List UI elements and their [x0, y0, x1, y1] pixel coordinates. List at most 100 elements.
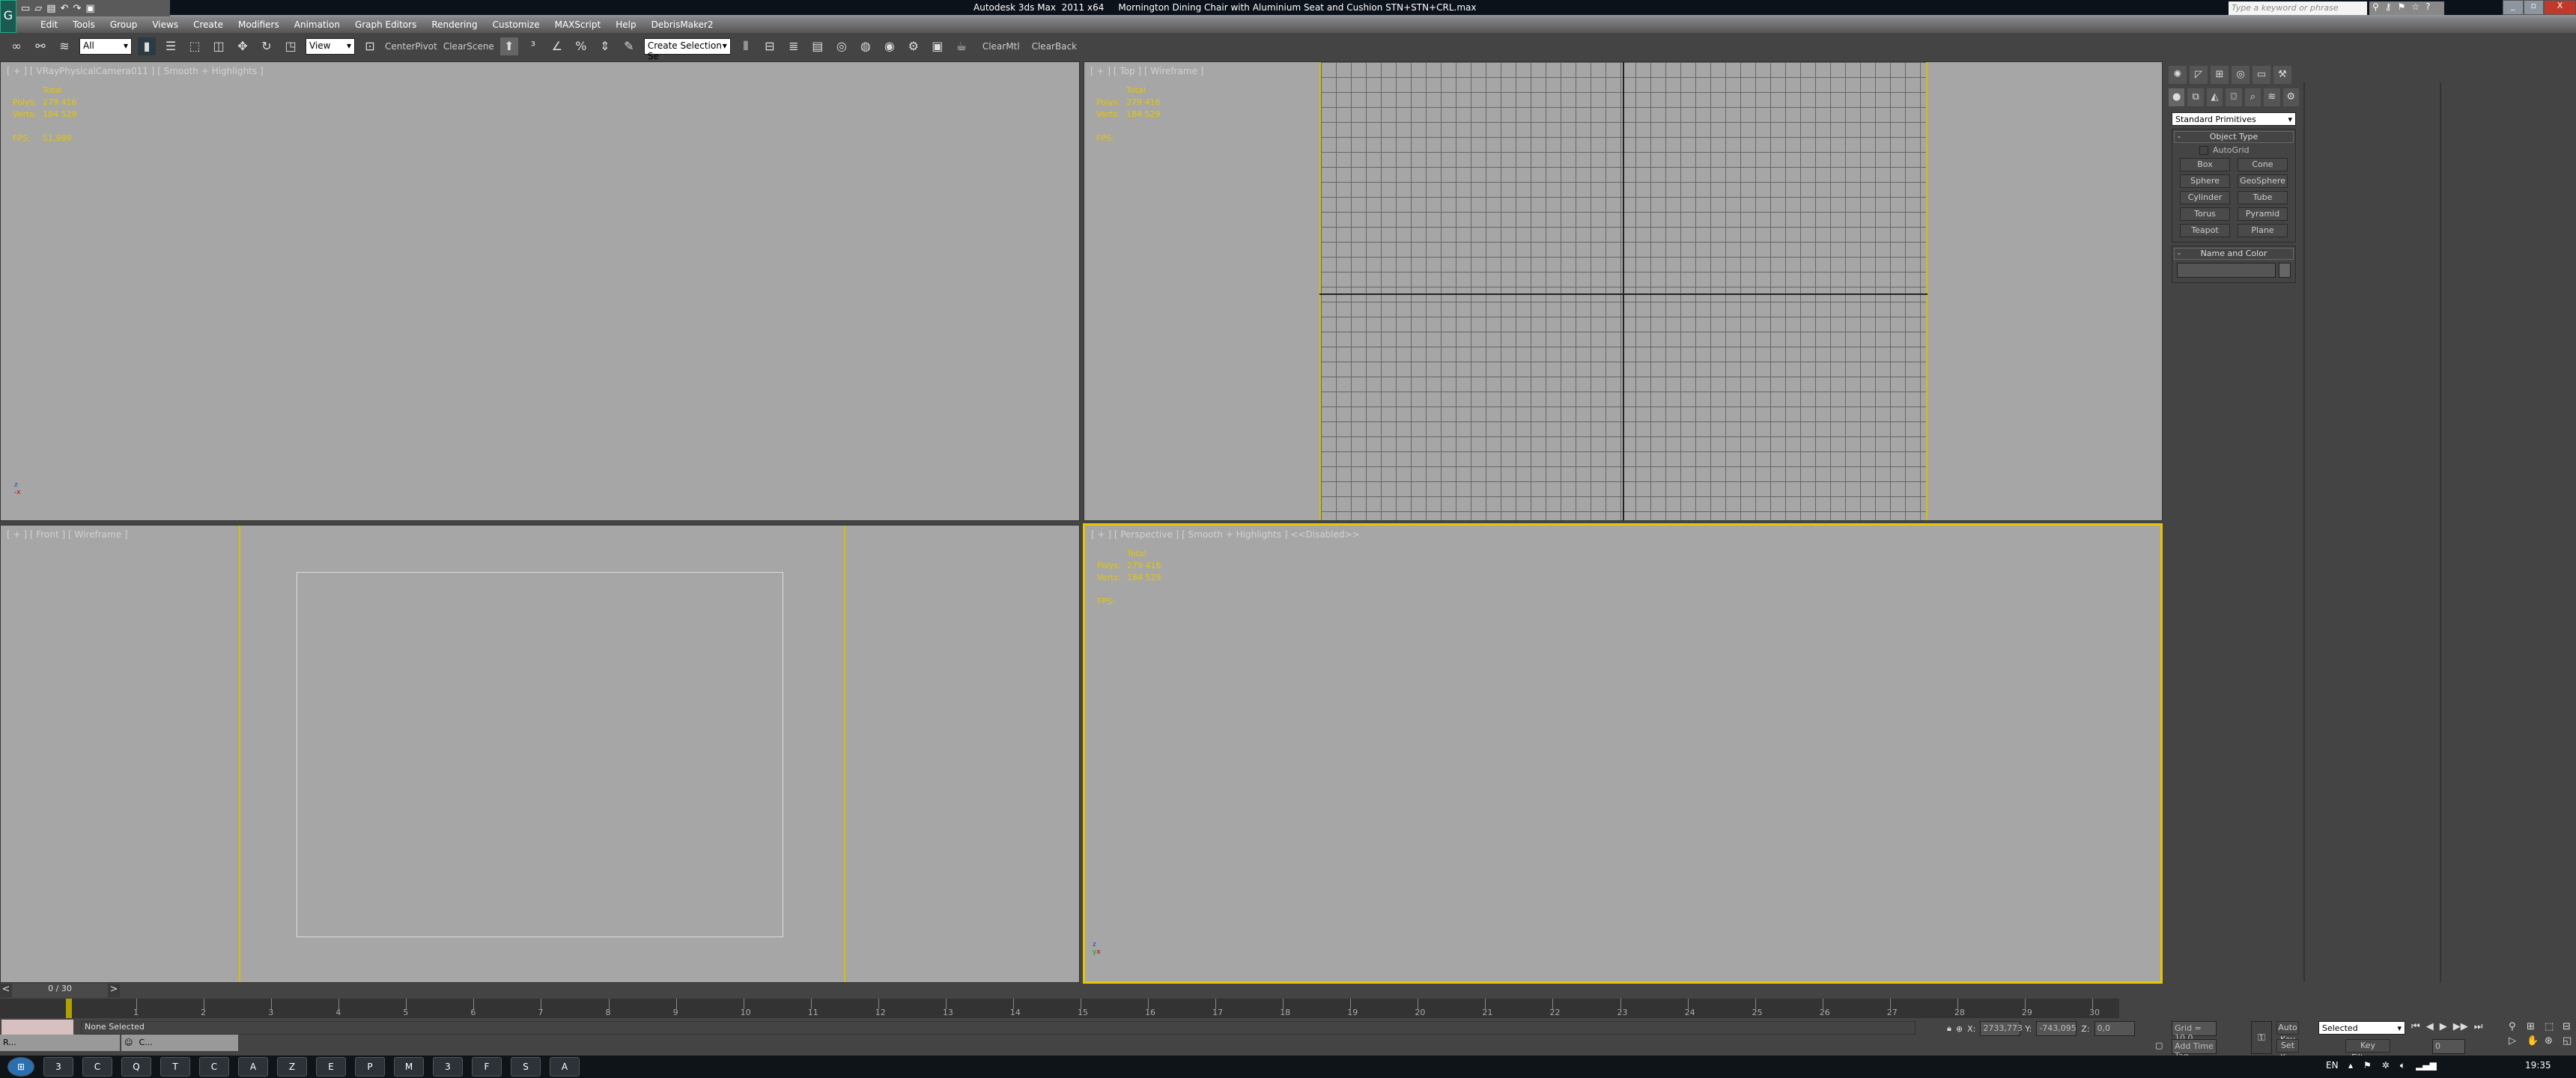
geometry-icon[interactable]: ●	[2169, 88, 2185, 106]
box-button[interactable]: Box	[2180, 158, 2230, 171]
keyboard-shortcut-toggle-icon[interactable]: ⬆	[499, 37, 518, 55]
taskbar-files-icon[interactable]: F	[472, 1057, 502, 1077]
space-warps-icon[interactable]: ≋	[2264, 88, 2280, 106]
tray-expand-icon[interactable]: ▴	[2348, 1060, 2353, 1071]
teapot-button[interactable]: Teapot	[2180, 224, 2230, 237]
prev-frame-button[interactable]: <	[0, 984, 12, 997]
pan-icon[interactable]: ✋	[2527, 1035, 2542, 1047]
lights-icon[interactable]: ◭	[2206, 88, 2223, 106]
render-teapot-icon[interactable]: ☕	[953, 37, 970, 55]
viewport-label[interactable]: [ + ] [ Perspective ] [ Smooth + Highlig…	[1091, 529, 1360, 540]
field-of-view-icon[interactable]: ▷	[2509, 1035, 2524, 1047]
action-center-flag-icon[interactable]: ⚑	[2363, 1060, 2372, 1071]
edit-named-selection-icon[interactable]: ✎	[620, 37, 638, 55]
pyramid-button[interactable]: Pyramid	[2238, 207, 2288, 221]
maximize-viewport-icon[interactable]: ◱	[2563, 1035, 2576, 1047]
tube-button[interactable]: Tube	[2238, 191, 2288, 204]
taskbar-3ds-max-icon[interactable]: 3	[43, 1057, 73, 1077]
menu-modifiers[interactable]: Modifiers	[238, 19, 279, 30]
viewport-label[interactable]: [ + ] [ Top ] [ Wireframe ]	[1090, 66, 1203, 76]
curve-editor-icon[interactable]: ◎	[833, 37, 851, 55]
set-key-icon[interactable]: ⚿	[2251, 1021, 2272, 1054]
go-to-end-icon[interactable]: ⏭	[2474, 1021, 2483, 1032]
geosphere-button[interactable]: GeoSphere	[2238, 174, 2288, 188]
primitive-category-dropdown[interactable]: Standard Primitives ▾	[2172, 112, 2296, 126]
new-icon[interactable]: ▭	[21, 3, 30, 14]
pivot-center-icon[interactable]: ⊡	[361, 37, 379, 55]
object-color-swatch[interactable]	[2279, 263, 2291, 278]
window-crossing-icon[interactable]: ◫	[210, 37, 228, 55]
search-input[interactable]: Type a keyword or phrase	[2229, 1, 2367, 15]
spinner-snap-icon[interactable]: ⇕	[596, 37, 614, 55]
go-to-start-icon[interactable]: ⏮	[2411, 1021, 2420, 1032]
taskbar-app-icon[interactable]: A	[238, 1057, 268, 1077]
sphere-button[interactable]: Sphere	[2180, 174, 2230, 188]
viewport-perspective[interactable]: [ + ] [ Perspective ] [ Smooth + Highlig…	[1083, 523, 2163, 984]
material-editor-icon[interactable]: ◉	[881, 37, 899, 55]
viewport-label[interactable]: [ + ] [ Front ] [ Wireframe ]	[7, 529, 128, 540]
clear-mtl-button[interactable]: ClearMtl	[982, 41, 1020, 52]
cone-button[interactable]: Cone	[2238, 158, 2288, 171]
play-icon[interactable]: ▶	[2440, 1021, 2447, 1032]
menu-create[interactable]: Create	[193, 19, 223, 30]
orbit-icon[interactable]: ⊛	[2545, 1035, 2560, 1047]
render-setup-icon[interactable]: ⚙	[905, 37, 923, 55]
x-coord-field[interactable]: 2733,773	[1980, 1021, 2023, 1036]
key-icon[interactable]: ⚷	[2385, 1, 2392, 15]
track-bar[interactable]: 0123456789101112131415161718192021222324…	[0, 999, 2119, 1018]
time-slider-thumb[interactable]: 0 / 30	[12, 984, 108, 997]
menu-edit[interactable]: Edit	[40, 19, 58, 30]
reference-coord-dropdown[interactable]: View ▾	[306, 38, 355, 55]
move-icon[interactable]: ✥	[234, 37, 252, 55]
select-by-name-icon[interactable]: ☰	[162, 37, 180, 55]
torus-button[interactable]: Torus	[2180, 207, 2230, 221]
minimized-window-1[interactable]: R...	[0, 1035, 120, 1051]
taskbar-task-manager-icon[interactable]: T	[160, 1057, 190, 1077]
graphite-ribbon-icon[interactable]: ▤	[809, 37, 827, 55]
signal-icon[interactable]: ▂▄▆	[2416, 1060, 2437, 1071]
project-icon[interactable]: ▣	[85, 3, 94, 14]
bind-space-warp-icon[interactable]: ≋	[55, 37, 73, 55]
autogrid-checkbox[interactable]	[2199, 145, 2208, 155]
menu-group[interactable]: Group	[110, 19, 138, 30]
add-time-tag-button[interactable]: Add Time Tag	[2172, 1039, 2217, 1061]
hierarchy-tab-icon[interactable]: ⊞	[2211, 66, 2229, 84]
scale-icon[interactable]: ◳	[282, 37, 300, 55]
menu-animation[interactable]: Animation	[294, 19, 340, 30]
current-frame-marker[interactable]	[66, 999, 72, 1018]
menu-help[interactable]: Help	[616, 19, 636, 30]
schematic-view-icon[interactable]: ◍	[857, 37, 875, 55]
maxscript-listener-mini[interactable]	[1, 1020, 73, 1035]
minimized-window-2[interactable]: ☺ C...	[121, 1035, 238, 1051]
layer-manager-icon[interactable]: ≣	[785, 37, 803, 55]
app-logo-button[interactable]: G	[0, 0, 16, 33]
auto-key-button[interactable]: Auto Key	[2276, 1021, 2299, 1044]
clear-scene-button[interactable]: ClearScene	[443, 41, 494, 52]
menu-maxscript[interactable]: MAXScript	[555, 19, 601, 30]
next-key-icon[interactable]: ▶▶	[2453, 1021, 2468, 1032]
viewport-camera[interactable]: [ + ] [ VRayPhysicalCamera011 ] [ Smooth…	[0, 61, 1080, 521]
menu-rendering[interactable]: Rendering	[431, 19, 477, 30]
select-object-icon[interactable]: ▮	[138, 37, 156, 55]
zoom-all-icon[interactable]: ⊞	[2527, 1021, 2542, 1032]
cylinder-button[interactable]: Cylinder	[2180, 191, 2230, 204]
cameras-icon[interactable]: ⌼	[2226, 88, 2242, 106]
absolute-mode-icon[interactable]: ⊕	[1956, 1024, 1963, 1034]
volume-icon[interactable]: 🔈︎	[2400, 1060, 2405, 1071]
satellite-icon[interactable]: ⚑	[2398, 1, 2406, 15]
motion-tab-icon[interactable]: ◎	[2232, 66, 2250, 84]
star-icon[interactable]: ☆	[2411, 1, 2419, 15]
create-tab-icon[interactable]: ✺	[2169, 66, 2187, 84]
modify-tab-icon[interactable]: ◸	[2190, 66, 2208, 84]
percent-snap-icon[interactable]: %	[572, 37, 590, 55]
link-icon[interactable]: ∞	[7, 37, 25, 55]
taskbar-acrobat-icon[interactable]: A	[550, 1057, 580, 1077]
taskbar-explorer-icon[interactable]: E	[316, 1057, 346, 1077]
angle-snap-icon[interactable]: ∠	[548, 37, 566, 55]
object-type-header[interactable]: - Object Type	[2174, 131, 2294, 143]
selection-filter-dropdown[interactable]: All ▾	[79, 38, 132, 55]
helpers-icon[interactable]: ⌕	[2244, 88, 2261, 106]
taskbar-chrome-icon[interactable]: C	[199, 1057, 229, 1077]
plane-button[interactable]: Plane	[2238, 224, 2288, 237]
prev-key-icon[interactable]: ◀	[2426, 1021, 2434, 1032]
